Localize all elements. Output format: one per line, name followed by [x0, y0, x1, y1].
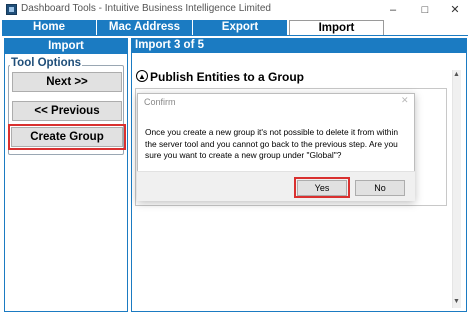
dialog-title: Confirm — [144, 97, 176, 107]
close-icon[interactable]: ✕ — [440, 0, 470, 20]
previous-button[interactable]: << Previous — [12, 101, 122, 121]
chevron-up-circle-icon[interactable]: ▲ — [136, 70, 148, 82]
vertical-scrollbar[interactable] — [452, 70, 461, 308]
scroll-down-icon[interactable]: ▼ — [452, 297, 461, 307]
scroll-up-icon[interactable]: ▲ — [452, 70, 461, 80]
tool-options-label: Tool Options — [10, 57, 83, 69]
no-button[interactable]: No — [355, 180, 405, 196]
maximize-icon[interactable]: □ — [410, 0, 440, 20]
tab-home[interactable]: Home — [2, 20, 97, 35]
create-group-button[interactable]: Create Group — [11, 127, 123, 147]
left-panel-header: Import — [5, 39, 127, 54]
tab-strip-divider — [2, 35, 468, 36]
window-title: Dashboard Tools - Intuitive Business Int… — [21, 3, 271, 14]
dialog-close-icon[interactable]: ✕ — [401, 95, 409, 106]
dialog-message: Once you create a new group it's not pos… — [145, 127, 398, 160]
next-button[interactable]: Next >> — [12, 72, 122, 92]
app-icon — [6, 4, 17, 15]
minimize-icon[interactable]: – — [378, 0, 408, 20]
tab-mac-address[interactable]: Mac Address — [97, 20, 193, 35]
right-panel-header: Import 3 of 5 — [131, 38, 467, 53]
yes-button[interactable]: Yes — [297, 180, 347, 196]
section-title[interactable]: Publish Entities to a Group — [150, 70, 304, 84]
tab-export[interactable]: Export — [193, 20, 288, 35]
tab-import[interactable]: Import — [289, 20, 384, 36]
